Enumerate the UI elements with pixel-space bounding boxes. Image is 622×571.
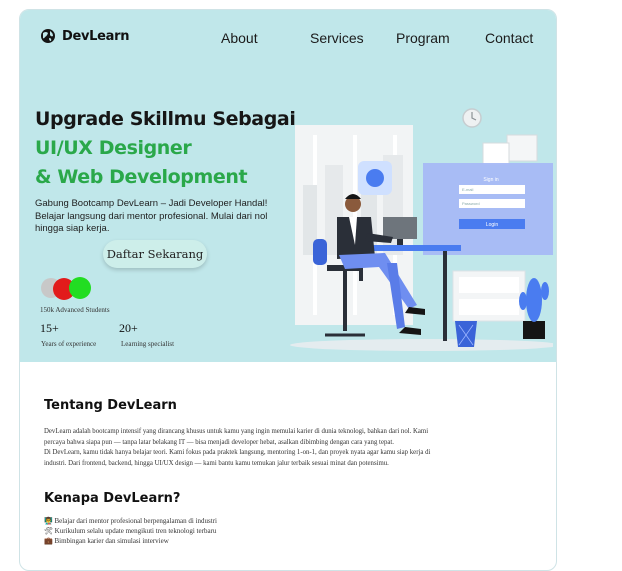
stat-specialist-value: 20+ <box>119 321 138 335</box>
stat-specialist-label: Learning specialist <box>121 340 175 348</box>
tools-icon: 🛠 <box>44 527 53 536</box>
mentor-icon: 👨‍🏫 <box>44 517 53 525</box>
students-caption: 150k Advanced Students <box>40 306 110 314</box>
student-avatars <box>41 277 91 300</box>
signin-login: Login <box>486 222 498 228</box>
about-title: Tentang DevLearn <box>44 398 177 413</box>
hero-lead-line1: Gabung Bootcamp DevLearn – Jadi Develope… <box>35 198 268 209</box>
about-line1: DevLearn adalah bootcamp intensif yang d… <box>44 428 429 435</box>
hero-section: DevLearn About Services Program Contact … <box>20 10 556 362</box>
signin-email: E-mail <box>462 187 473 192</box>
nav-program[interactable]: Program <box>396 30 450 46</box>
nav-about[interactable]: About <box>221 30 258 46</box>
hero-lead-line3: hingga siap kerja. <box>35 223 110 234</box>
hero-title-line2: UI/UX Designer <box>35 137 192 159</box>
briefcase-icon: 💼 <box>44 537 53 546</box>
about-line3: Di DevLearn, kamu tidak hanya belajar te… <box>44 449 431 456</box>
hero-illustration: Sign in E-mail Password Login <box>290 108 553 351</box>
stat-years-value: 15+ <box>40 321 59 335</box>
signin-title: Sign in <box>483 177 499 183</box>
stat-years-label: Years of experience <box>41 340 97 348</box>
about-line4: industri. Dari frontend, backend, hingga… <box>44 459 389 467</box>
hero-lead-line2: Belajar langsung dari mentor profesional… <box>35 210 268 222</box>
signin-password: Password <box>462 201 480 206</box>
list-item: 👨‍🏫 Belajar dari mentor profesional berp… <box>44 517 217 525</box>
brand-name: DevLearn <box>62 28 130 44</box>
why-list: 👨‍🏫 Belajar dari mentor profesional berp… <box>44 516 217 547</box>
why-title: Kenapa DevLearn? <box>44 491 181 506</box>
brand-logo[interactable]: DevLearn <box>40 28 130 44</box>
hero-title-line1: Upgrade Skillmu Sebagai <box>35 108 296 130</box>
globe-icon <box>41 29 55 43</box>
register-button[interactable]: Daftar Sekarang <box>103 240 207 268</box>
about-line2: percaya bahwa siapa pun — tanpa latar be… <box>44 438 394 446</box>
about-paragraph: DevLearn adalah bootcamp intensif yang d… <box>44 427 514 469</box>
page-frame: DevLearn About Services Program Contact … <box>19 9 557 571</box>
nav-contact[interactable]: Contact <box>485 30 533 46</box>
hero-lead: Gabung Bootcamp DevLearn – Jadi Develope… <box>35 198 295 236</box>
hero-title-line3: & Web Development <box>35 166 248 188</box>
list-item: 💼 Bimbingan karier dan simulasi intervie… <box>44 537 169 546</box>
nav-services[interactable]: Services <box>310 30 364 46</box>
list-item: 🛠 Kurikulum selalu update mengikuti tren… <box>44 527 217 536</box>
